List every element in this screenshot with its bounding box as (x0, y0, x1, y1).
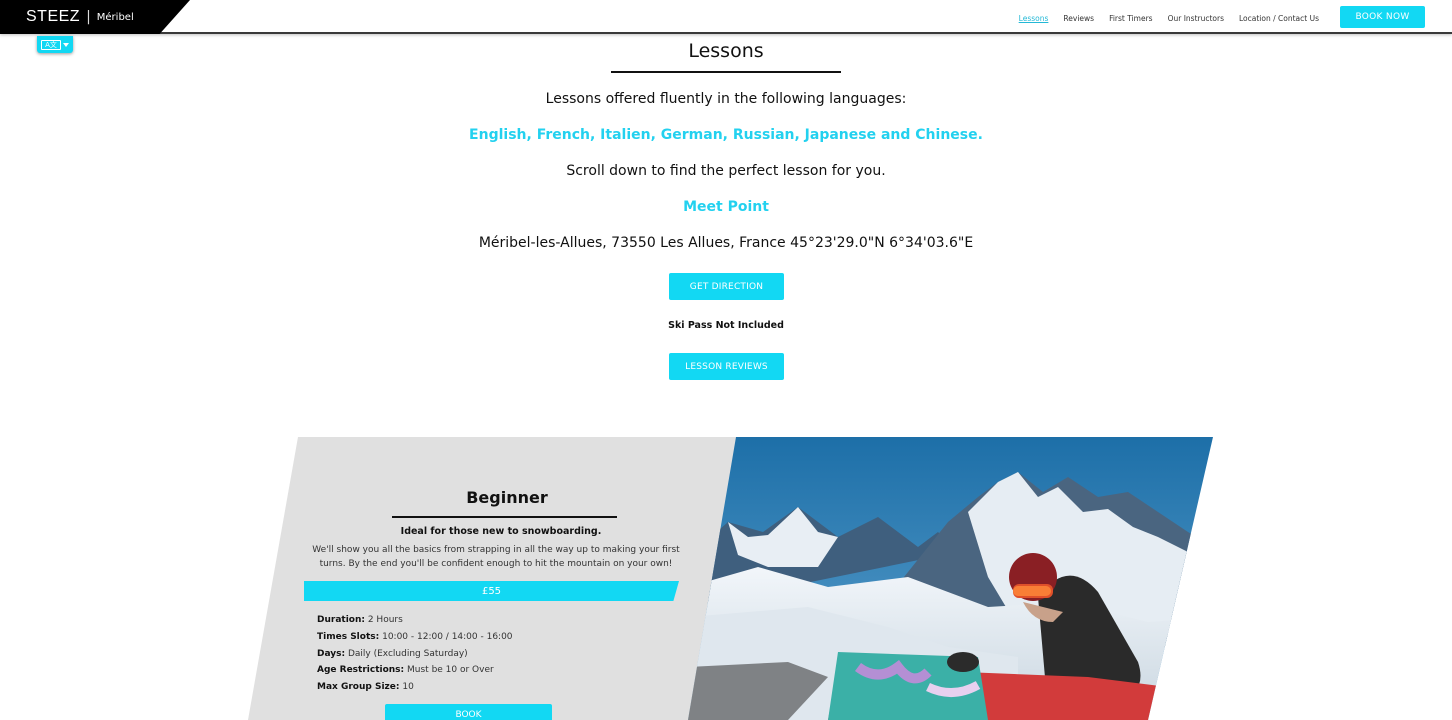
detail-value: Daily (Excluding Saturday) (347, 648, 468, 659)
page-title: Lessons (688, 40, 764, 62)
site-header: STEEZ | Méribel Lessons Reviews First Ti… (0, 0, 1452, 34)
detail-value: 10 (402, 682, 414, 693)
page: STEEZ | Méribel Lessons Reviews First Ti… (0, 0, 1452, 720)
site-logo[interactable]: STEEZ | Méribel (0, 0, 190, 34)
detail-time-slots: Times Slots: 10:00 - 12:00 / 14:00 - 16:… (317, 629, 513, 646)
translate-icon: A文 (41, 39, 61, 50)
detail-days: Days: Daily (Excluding Saturday) (317, 646, 513, 663)
detail-label: Days: (317, 648, 346, 659)
lesson-title: Beginner (466, 488, 548, 507)
nav-our-instructors[interactable]: Our Instructors (1168, 14, 1224, 23)
ski-pass-note: Ski Pass Not Included (668, 320, 784, 331)
title-divider (611, 71, 841, 73)
book-lesson-button[interactable]: BOOK (385, 704, 552, 720)
languages-list: English, French, Italien, German, Russia… (469, 127, 983, 143)
main-nav: Lessons Reviews First Timers Our Instruc… (1019, 14, 1319, 23)
lesson-subtitle: Ideal for those new to snowboarding. (400, 526, 602, 537)
detail-duration: Duration: 2 Hours (317, 612, 513, 629)
lesson-price: £55 (304, 581, 679, 601)
book-now-button[interactable]: BOOK NOW (1340, 6, 1425, 28)
detail-value: 2 Hours (367, 615, 403, 625)
snowboarder-photo (688, 437, 1213, 720)
meet-point-heading: Meet Point (683, 199, 769, 215)
language-toggle[interactable]: A文 (37, 36, 73, 53)
detail-value: Must be 10 or Over (407, 665, 494, 676)
logo-separator: | (86, 9, 91, 25)
lesson-reviews-button[interactable]: LESSON REVIEWS (669, 353, 784, 380)
chevron-down-icon (63, 42, 69, 47)
detail-value: 10:00 - 12:00 / 14:00 - 16:00 (382, 631, 513, 642)
nav-first-timers[interactable]: First Timers (1109, 14, 1153, 23)
nav-lessons[interactable]: Lessons (1019, 14, 1049, 23)
detail-label: Duration: (317, 615, 365, 625)
snowboarder-illustration (688, 437, 1213, 720)
detail-label: Max Group Size: (317, 682, 400, 693)
detail-label: Times Slots: (317, 631, 380, 642)
meet-point-address: Méribel-les-Allues, 73550 Les Allues, Fr… (478, 235, 974, 251)
nav-location-contact[interactable]: Location / Contact Us (1239, 14, 1319, 23)
scroll-hint: Scroll down to find the perfect lesson f… (566, 163, 886, 179)
lesson-description: We'll show you all the basics from strap… (312, 545, 680, 569)
get-direction-button[interactable]: GET DIRECTION (669, 273, 784, 300)
nav-reviews[interactable]: Reviews (1063, 14, 1094, 23)
detail-label: Age Restrictions: (317, 665, 405, 676)
lesson-title-divider (392, 516, 617, 518)
detail-group-size: Max Group Size: 10 (317, 679, 513, 696)
logo-town: Méribel (96, 11, 134, 23)
logo-brand: STEEZ (26, 8, 81, 25)
detail-age: Age Restrictions: Must be 10 or Over (317, 662, 513, 679)
languages-intro: Lessons offered fluently in the followin… (545, 91, 907, 107)
lesson-details: Duration: 2 Hours Times Slots: 10:00 - 1… (317, 612, 513, 696)
